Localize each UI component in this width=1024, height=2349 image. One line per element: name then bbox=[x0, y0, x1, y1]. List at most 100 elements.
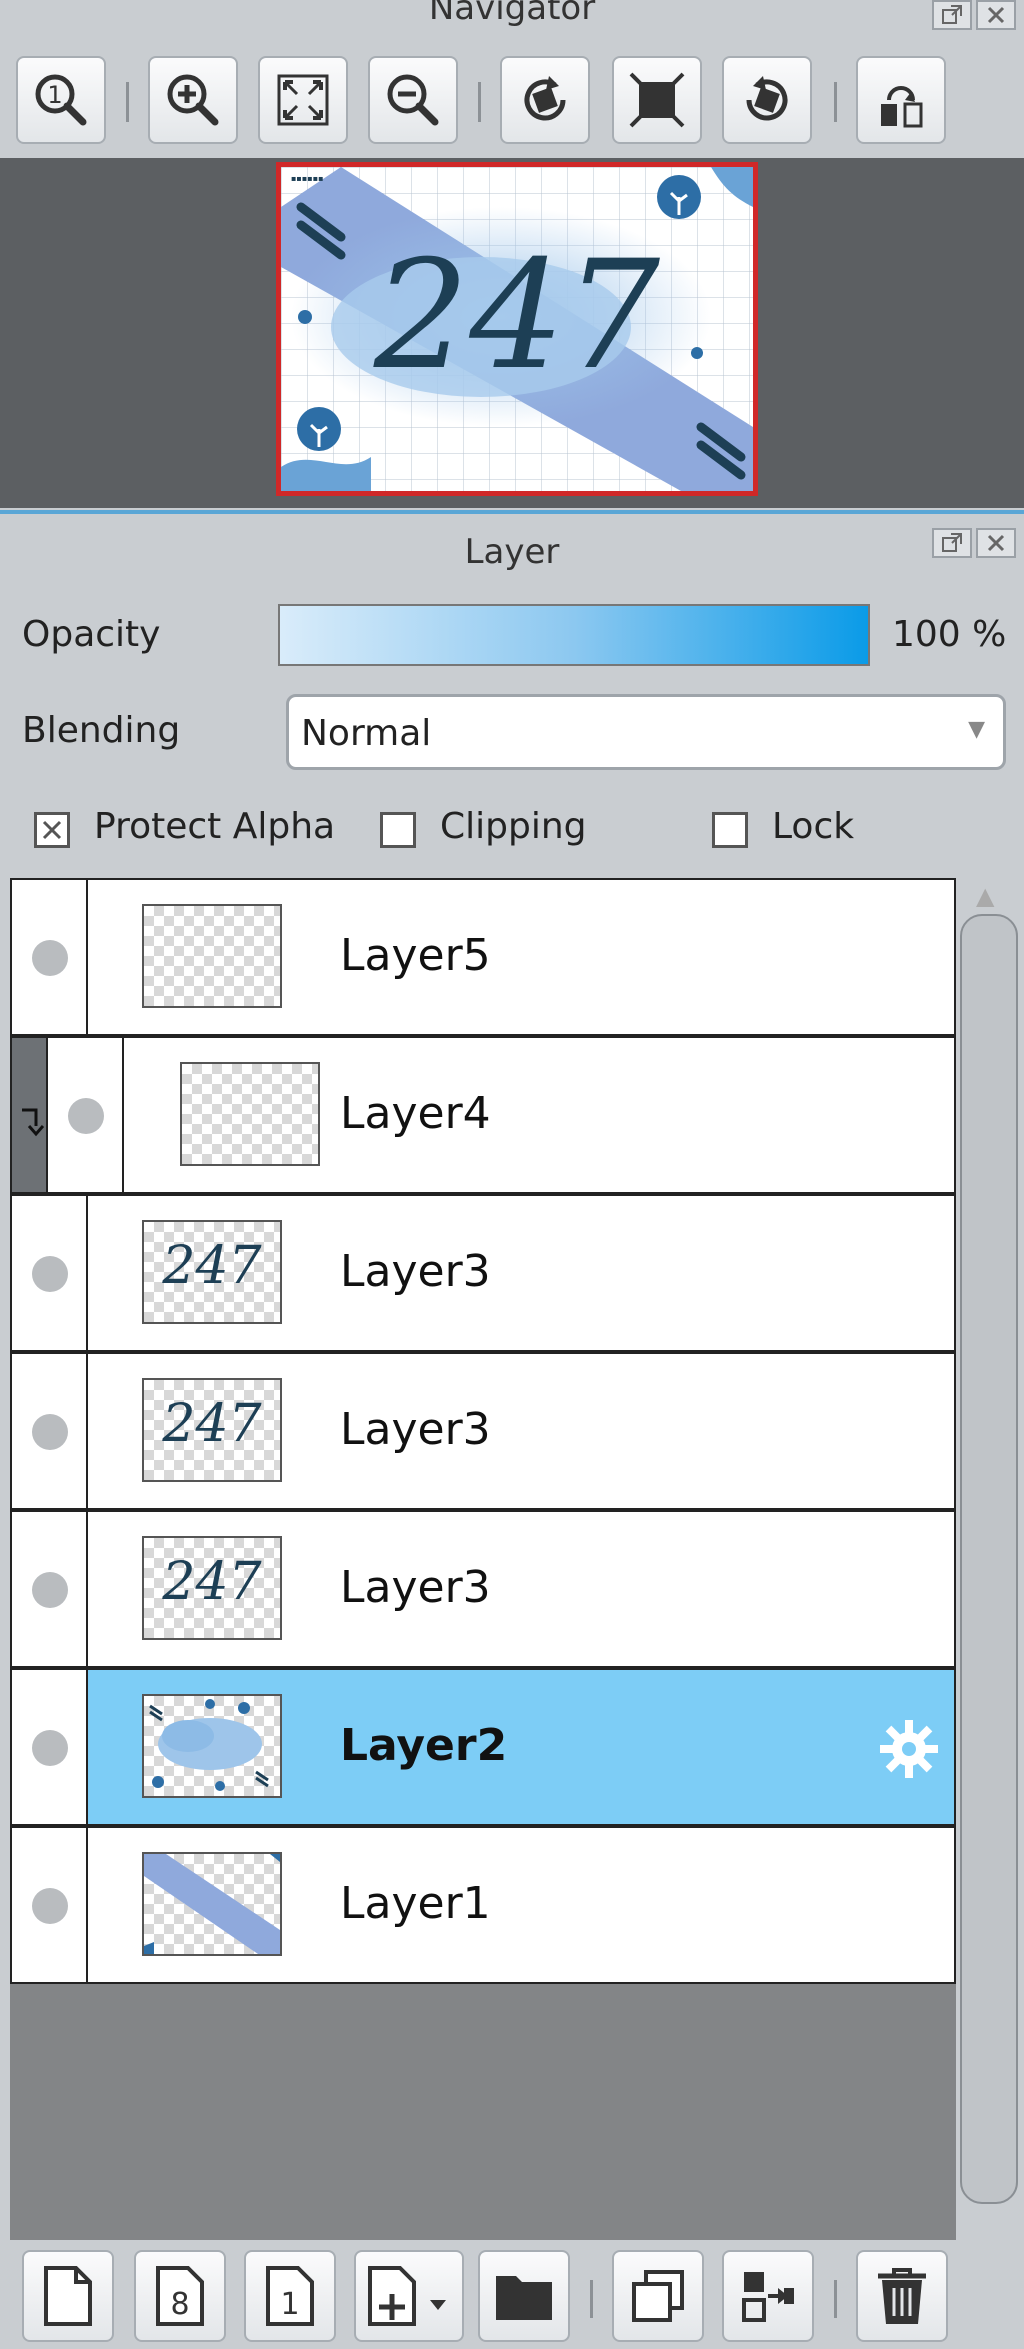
layer-row-body[interactable]: Layer5 bbox=[88, 880, 954, 1034]
layer-row-body[interactable]: 247 Layer3 bbox=[88, 1354, 954, 1508]
layer-name: Layer3 bbox=[340, 1404, 491, 1455]
merge-down-icon[interactable] bbox=[722, 2250, 814, 2342]
lock-checkbox[interactable] bbox=[712, 812, 748, 848]
scrollbar-thumb[interactable] bbox=[960, 914, 1018, 2204]
reset-view-icon[interactable] bbox=[612, 56, 702, 144]
protect-alpha-checkbox[interactable] bbox=[34, 812, 70, 848]
layer-visibility-toggle[interactable] bbox=[12, 1670, 88, 1824]
opacity-label: Opacity bbox=[22, 614, 161, 655]
layer-name: Layer3 bbox=[340, 1246, 491, 1297]
layer-title-bar: Layer bbox=[0, 510, 1024, 586]
clipping-label: Clipping bbox=[440, 806, 587, 847]
layer-bottom-toolbar: 8 1 bbox=[0, 2240, 1024, 2349]
stripe-thumbnail-image bbox=[144, 1854, 280, 1954]
layer-thumbnail: 247 bbox=[142, 1220, 282, 1324]
navigator-popout-icon[interactable] bbox=[932, 0, 972, 30]
layer-thumbnail bbox=[142, 1694, 282, 1798]
eye-dot-icon bbox=[32, 1256, 68, 1292]
new-layer-icon[interactable] bbox=[22, 2250, 114, 2342]
svg-text:1: 1 bbox=[47, 81, 62, 109]
layer-row-body[interactable]: Layer4 bbox=[124, 1038, 954, 1192]
navigator-title: Navigator bbox=[428, 0, 596, 28]
clipping-checkbox[interactable] bbox=[380, 812, 416, 848]
blending-label: Blending bbox=[22, 710, 181, 751]
layer-thumbnail bbox=[142, 904, 282, 1008]
blending-select[interactable]: Normal ▼ bbox=[286, 694, 1006, 770]
zoom-in-icon[interactable] bbox=[148, 56, 238, 144]
new-folder-icon[interactable] bbox=[478, 2250, 570, 2342]
layer-visibility-toggle[interactable] bbox=[12, 1354, 88, 1508]
new-8bit-layer-icon[interactable]: 8 bbox=[134, 2250, 226, 2342]
canvas-thumbnail-image: 247 ▪▪▪▪▪▪ bbox=[281, 167, 753, 491]
layer-row[interactable]: Layer1 bbox=[10, 1826, 956, 1984]
navigator-title-bar: Navigator bbox=[0, 0, 1024, 40]
gear-icon[interactable] bbox=[878, 1718, 940, 1780]
add-layer-dropdown-icon[interactable] bbox=[354, 2250, 464, 2342]
clip-arrow-icon bbox=[22, 1108, 45, 1137]
checkbox-x-icon bbox=[42, 820, 62, 840]
layer-popout-icon[interactable] bbox=[932, 528, 972, 558]
layer-list: Layer5 Layer4 247 Layer3 247 Layer3 247 bbox=[10, 878, 956, 2240]
toolbar-separator bbox=[478, 82, 481, 122]
layer-row[interactable]: Layer4 bbox=[10, 1036, 956, 1194]
layer-row-body[interactable]: 247 Layer3 bbox=[88, 1196, 954, 1350]
zoom-actual-size-icon[interactable]: 1 bbox=[16, 56, 106, 144]
layer-visibility-toggle[interactable] bbox=[12, 1828, 88, 1982]
layer-visibility-toggle[interactable] bbox=[48, 1038, 124, 1192]
layer-row-body[interactable]: 247 Layer3 bbox=[88, 1512, 954, 1666]
eye-dot-icon bbox=[32, 940, 68, 976]
layer-thumbnail bbox=[142, 1852, 282, 1956]
thumb-247-text: 247 bbox=[162, 1394, 262, 1454]
layer-name: Layer3 bbox=[340, 1562, 491, 1613]
svg-text:1: 1 bbox=[280, 2287, 299, 2322]
layer-row[interactable]: Layer5 bbox=[10, 878, 956, 1036]
toolbar-separator bbox=[590, 2280, 593, 2318]
layer-row[interactable]: 247 Layer3 bbox=[10, 1510, 956, 1668]
toolbar-separator bbox=[126, 82, 129, 122]
layer-row[interactable]: 247 Layer3 bbox=[10, 1352, 956, 1510]
navigator-close-icon[interactable] bbox=[976, 0, 1016, 30]
layer-list-scrollbar[interactable]: ▲ bbox=[956, 878, 1024, 2240]
rotate-left-icon[interactable] bbox=[500, 56, 590, 144]
layer-name: Layer4 bbox=[340, 1088, 491, 1139]
opacity-slider[interactable] bbox=[278, 604, 870, 666]
protect-alpha-label: Protect Alpha bbox=[94, 806, 336, 847]
eye-dot-icon bbox=[32, 1730, 68, 1766]
scroll-up-icon[interactable]: ▲ bbox=[976, 882, 994, 910]
layer-thumbnail: 247 bbox=[142, 1378, 282, 1482]
lock-label: Lock bbox=[772, 806, 855, 847]
layer-visibility-toggle[interactable] bbox=[12, 880, 88, 1034]
rotate-right-icon[interactable] bbox=[722, 56, 812, 144]
layer-row-body[interactable]: Layer2 bbox=[88, 1670, 954, 1824]
layer-window-buttons bbox=[932, 528, 1016, 558]
toolbar-separator bbox=[834, 82, 837, 122]
thumb-247-text: 247 bbox=[162, 1236, 262, 1296]
new-1bit-layer-icon[interactable]: 1 bbox=[244, 2250, 336, 2342]
thumb-247-text: 247 bbox=[162, 1552, 262, 1612]
flip-horizontal-icon[interactable] bbox=[856, 56, 946, 144]
layer-visibility-toggle[interactable] bbox=[12, 1512, 88, 1666]
navigator-window-buttons bbox=[932, 0, 1016, 30]
navigator-canvas-preview[interactable]: 247 ▪▪▪▪▪▪ bbox=[276, 162, 758, 496]
duplicate-layer-icon[interactable] bbox=[612, 2250, 704, 2342]
toolbar-separator bbox=[834, 2280, 837, 2318]
zoom-out-icon[interactable] bbox=[368, 56, 458, 144]
eye-dot-icon bbox=[68, 1098, 104, 1134]
layer-row-body[interactable]: Layer1 bbox=[88, 1828, 954, 1982]
delete-layer-icon[interactable] bbox=[856, 2250, 948, 2342]
eye-dot-icon bbox=[32, 1572, 68, 1608]
blending-value: Normal bbox=[301, 713, 432, 754]
layer-visibility-toggle[interactable] bbox=[12, 1196, 88, 1350]
layer-thumbnail bbox=[180, 1062, 320, 1166]
eye-dot-icon bbox=[32, 1888, 68, 1924]
cloud-thumbnail-image bbox=[149, 1699, 269, 1791]
svg-text:8: 8 bbox=[170, 2287, 189, 2322]
layer-row[interactable]: 247 Layer3 bbox=[10, 1194, 956, 1352]
layer-row-selected[interactable]: Layer2 bbox=[10, 1668, 956, 1826]
fit-to-window-icon[interactable] bbox=[258, 56, 348, 144]
navigator-preview-area[interactable]: 247 ▪▪▪▪▪▪ bbox=[0, 158, 1024, 508]
navigator-toolbar: 1 bbox=[0, 40, 1024, 158]
opacity-value: 100 % bbox=[892, 614, 1007, 655]
layer-close-icon[interactable] bbox=[976, 528, 1016, 558]
svg-text:▪▪▪▪▪▪: ▪▪▪▪▪▪ bbox=[291, 174, 324, 183]
